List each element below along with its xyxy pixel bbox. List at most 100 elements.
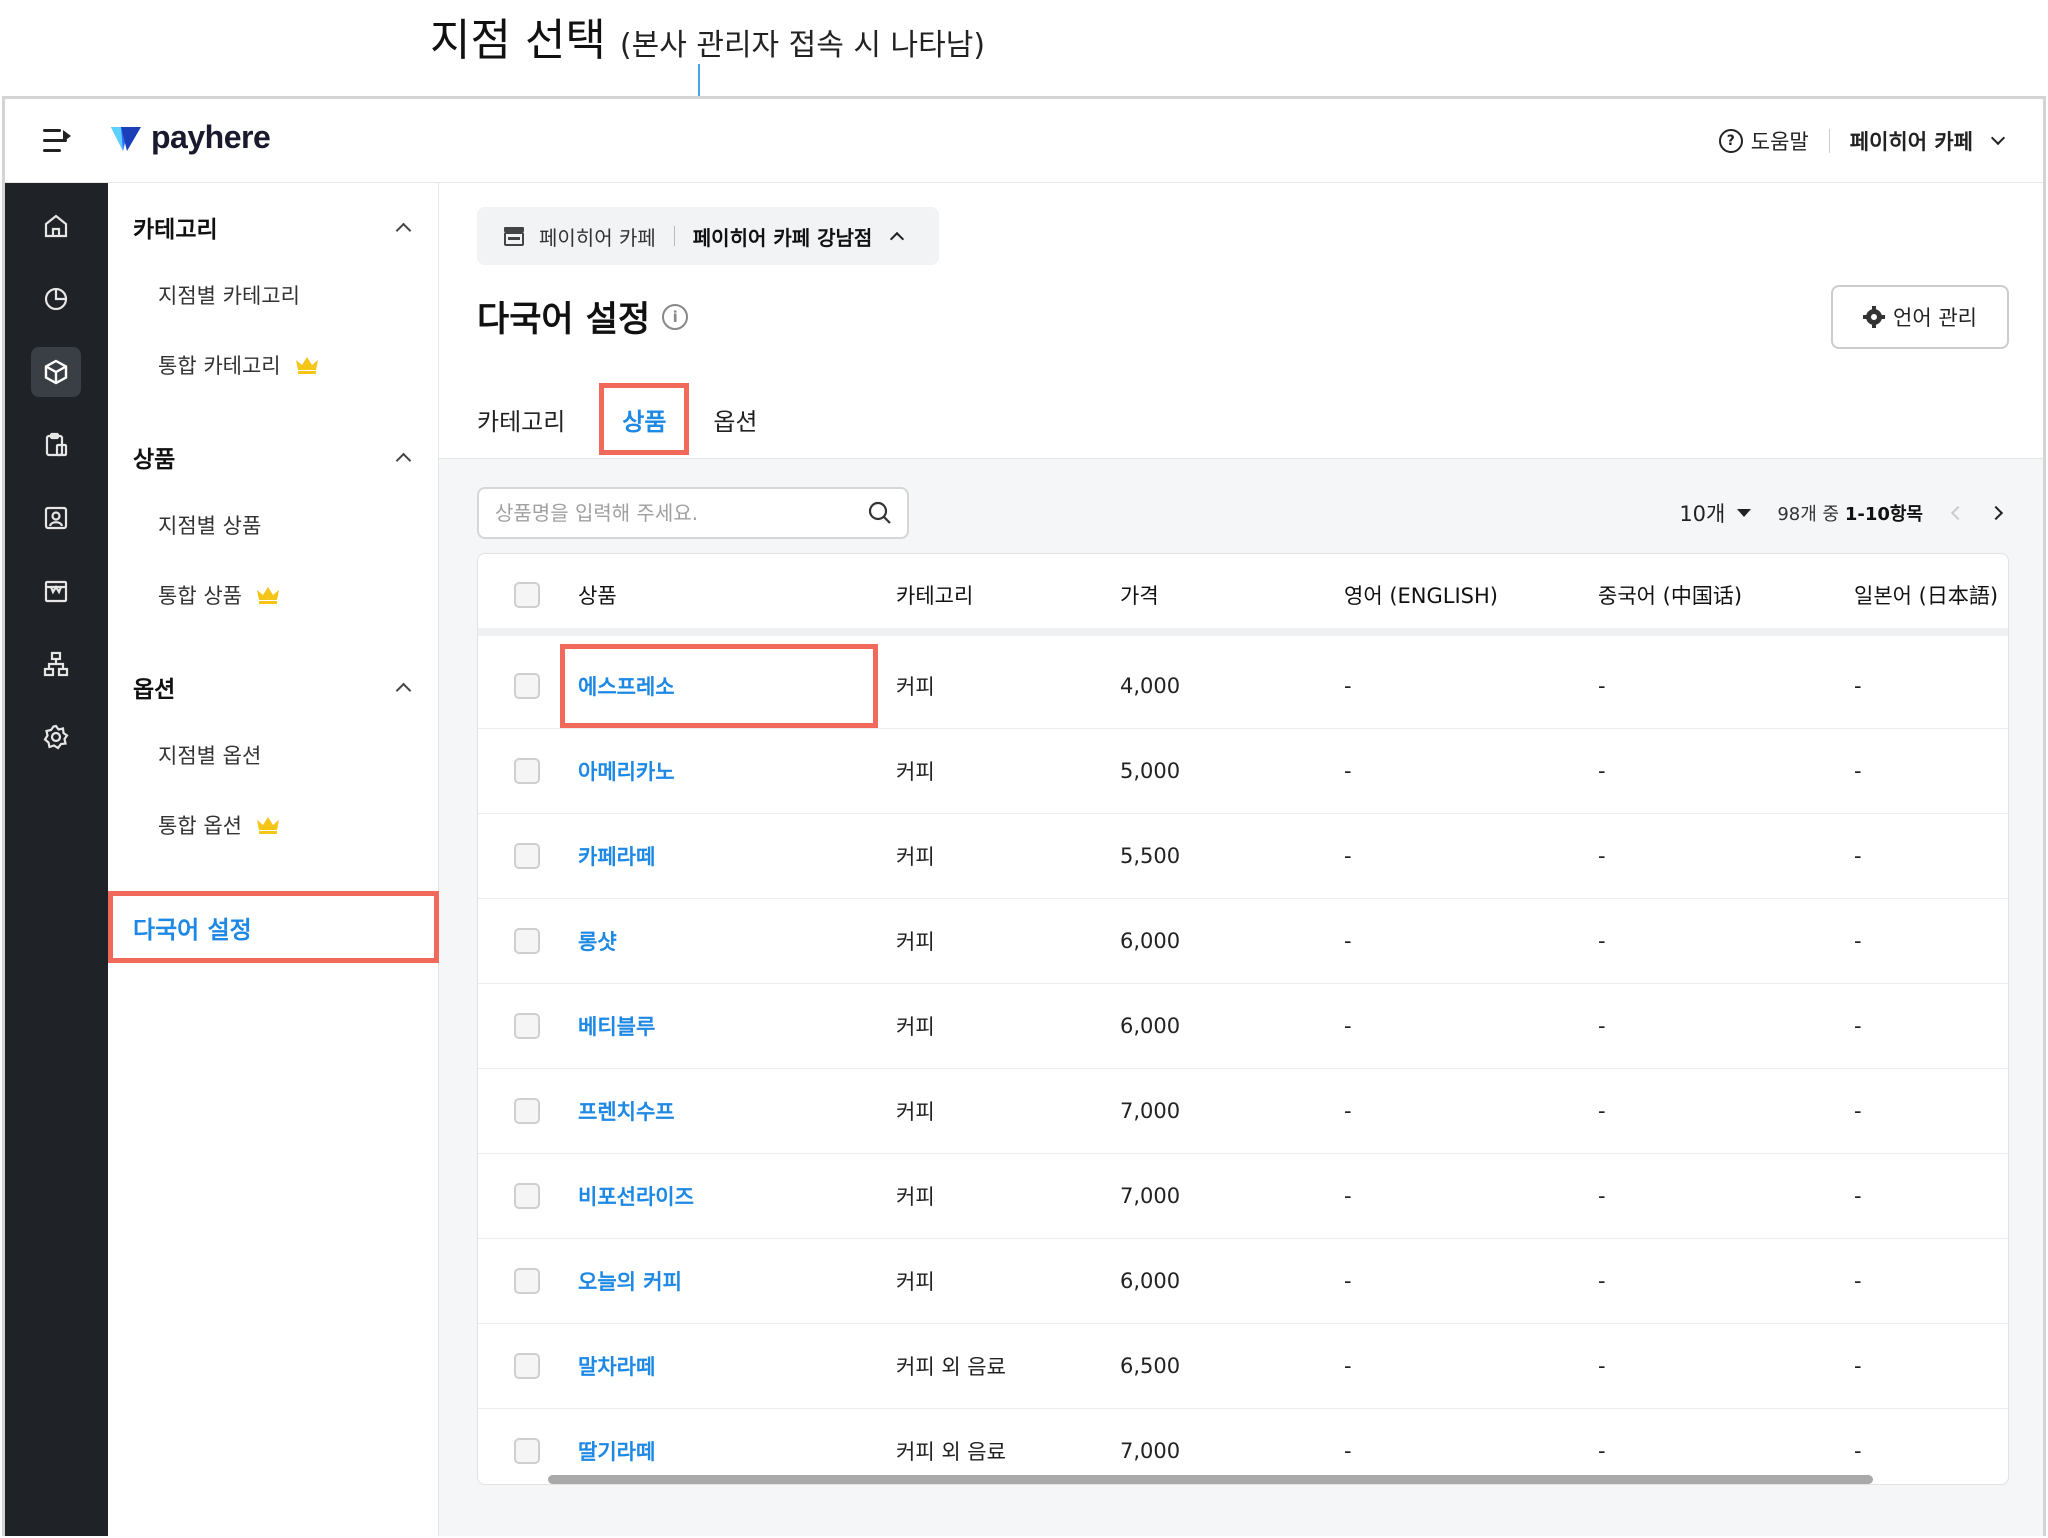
row-checkbox[interactable] [514, 1098, 540, 1124]
product-name[interactable]: 에스프레소 [578, 671, 675, 701]
search-box [477, 487, 909, 539]
header-price[interactable]: 가격 [1120, 554, 1159, 636]
row-checkbox[interactable] [514, 1268, 540, 1294]
prev-page-icon[interactable] [1950, 505, 1966, 521]
rail-store[interactable] [31, 566, 81, 616]
row-checkbox[interactable] [514, 928, 540, 954]
translation-chinese: - [1598, 1099, 1606, 1123]
product-name[interactable]: 롱샷 [578, 926, 617, 956]
caret-down-icon [1737, 509, 1752, 517]
table-row[interactable]: 아메리카노 커피 5,000 - - - [478, 729, 2008, 814]
row-checkbox[interactable] [514, 843, 540, 869]
page-size-select[interactable]: 10개 [1679, 498, 1752, 528]
search-icon[interactable] [867, 500, 893, 526]
subnav-item-branch-option[interactable]: 지점별 옵션 [158, 737, 261, 773]
select-all-checkbox[interactable] [514, 582, 540, 608]
translation-english: - [1344, 1014, 1352, 1038]
row-checkbox[interactable] [514, 758, 540, 784]
annotation-subtitle: (본사 관리자 접속 시 나타남) [619, 28, 986, 63]
subnav-group-label: 상품 [133, 447, 176, 473]
subnav-group-category[interactable]: 카테고리 [133, 207, 423, 247]
subnav-item-label: 통합 상품 [158, 584, 242, 608]
language-manage-label: 언어 관리 [1893, 306, 1977, 330]
gear-icon [1863, 306, 1886, 328]
product-name[interactable]: 아메리카노 [578, 756, 675, 786]
pagination: 10개 98개 중 1-10항목 [1679, 495, 2004, 531]
next-page-icon[interactable] [1988, 505, 2004, 521]
table-row[interactable]: 오늘의 커피 커피 6,000 - - - [478, 1239, 2008, 1324]
header-product[interactable]: 상품 [578, 554, 617, 636]
subnav-group-label: 카테고리 [133, 217, 218, 243]
tab-option[interactable]: 옵션 [713, 402, 757, 437]
rail-sales[interactable] [31, 274, 81, 324]
translation-english: - [1344, 844, 1352, 868]
chart-icon [44, 287, 68, 311]
logo[interactable]: payhere [109, 119, 271, 156]
header-category[interactable]: 카테고리 [896, 554, 973, 636]
product-name[interactable]: 베티블루 [578, 1011, 655, 1041]
table-row[interactable]: 카페라떼 커피 5,500 - - - [478, 814, 2008, 899]
row-checkbox[interactable] [514, 1353, 540, 1379]
help-button[interactable]: ? 도움말 [1718, 126, 1809, 156]
rail-inventory[interactable] [31, 420, 81, 470]
product-category: 커피 [896, 1100, 935, 1124]
subnav-item-branch-product[interactable]: 지점별 상품 [158, 507, 261, 543]
translation-english: - [1344, 1269, 1352, 1293]
row-checkbox[interactable] [514, 1183, 540, 1209]
product-price: 5,000 [1120, 759, 1181, 783]
product-name[interactable]: 프렌치수프 [578, 1096, 675, 1126]
table-row[interactable]: 롱샷 커피 6,000 - - - [478, 899, 2008, 984]
rail-organization[interactable] [31, 639, 81, 689]
menu-toggle-icon[interactable] [43, 129, 73, 153]
search-input[interactable] [495, 501, 867, 525]
rail-settings[interactable] [31, 712, 81, 762]
header-japanese[interactable]: 일본어 (日本語) [1854, 554, 1998, 636]
product-name[interactable]: 딸기라떼 [578, 1436, 655, 1466]
logo-text: payhere [151, 119, 271, 155]
gear-icon [43, 724, 69, 750]
store-dropdown[interactable]: 페이히어 카페 [1850, 126, 2006, 156]
header-english[interactable]: 영어 (ENGLISH) [1344, 554, 1498, 636]
product-price: 6,500 [1120, 1354, 1181, 1378]
header-chinese[interactable]: 중국어 (中国话) [1598, 554, 1742, 636]
translation-english: - [1344, 1099, 1352, 1123]
tab-product[interactable]: 상품 [599, 383, 690, 455]
table-row[interactable]: 에스프레소 커피 4,000 - - - [478, 644, 2008, 729]
table-row[interactable]: 프렌치수프 커피 7,000 - - - [478, 1069, 2008, 1154]
row-checkbox[interactable] [514, 1438, 540, 1464]
branch-picker[interactable]: 페이히어 카페 페이히어 카페 강남점 [477, 207, 939, 265]
subnav-item-integrated-option[interactable]: 통합 옵션 [158, 807, 280, 843]
info-icon[interactable]: i [662, 303, 689, 330]
row-checkbox[interactable] [514, 1013, 540, 1039]
product-name[interactable]: 오늘의 커피 [578, 1266, 682, 1296]
translation-chinese: - [1598, 929, 1606, 953]
product-name[interactable]: 말차라떼 [578, 1351, 655, 1381]
table-row[interactable]: 딸기라떼 커피 외 음료 7,000 - - - [478, 1409, 2008, 1484]
chevron-up-icon [395, 222, 412, 238]
page-count: 98개 중 1-10항목 [1777, 500, 1923, 526]
table-row[interactable]: 베티블루 커피 6,000 - - - [478, 984, 2008, 1069]
language-manage-button[interactable]: 언어 관리 [1831, 285, 2009, 349]
row-checkbox[interactable] [514, 673, 540, 699]
rail-home[interactable] [31, 201, 81, 251]
subnav-item-branch-category[interactable]: 지점별 카테고리 [158, 277, 300, 313]
table-row[interactable]: 말차라떼 커피 외 음료 6,500 - - - [478, 1324, 2008, 1409]
rail-products[interactable] [31, 347, 81, 397]
subnav-item-integrated-product[interactable]: 통합 상품 [158, 577, 280, 613]
subnav-item-integrated-category[interactable]: 통합 카테고리 [158, 347, 319, 383]
subnav-item-multilingual[interactable]: 다국어 설정 [108, 891, 439, 963]
product-name[interactable]: 카페라떼 [578, 841, 655, 871]
table-header: 상품 카테고리 가격 영어 (ENGLISH) 중국어 (中国话) 일본어 (日… [478, 554, 2008, 636]
horizontal-scrollbar[interactable] [548, 1475, 1873, 1484]
page-count-prefix: 98개 중 [1777, 504, 1845, 525]
product-price: 6,000 [1120, 1269, 1181, 1293]
tab-category[interactable]: 카테고리 [477, 402, 565, 437]
product-name[interactable]: 비포선라이즈 [578, 1181, 694, 1211]
sub-navigation: 카테고리 지점별 카테고리 통합 카테고리 상품 지점별 상품 통합 상품 옵션… [108, 183, 439, 1536]
subnav-group-option[interactable]: 옵션 [133, 667, 423, 707]
subnav-group-product[interactable]: 상품 [133, 437, 423, 477]
rail-customers[interactable] [31, 493, 81, 543]
subnav-active-label: 다국어 설정 [133, 915, 252, 944]
help-icon: ? [1718, 129, 1743, 153]
table-row[interactable]: 비포선라이즈 커피 7,000 - - - [478, 1154, 2008, 1239]
